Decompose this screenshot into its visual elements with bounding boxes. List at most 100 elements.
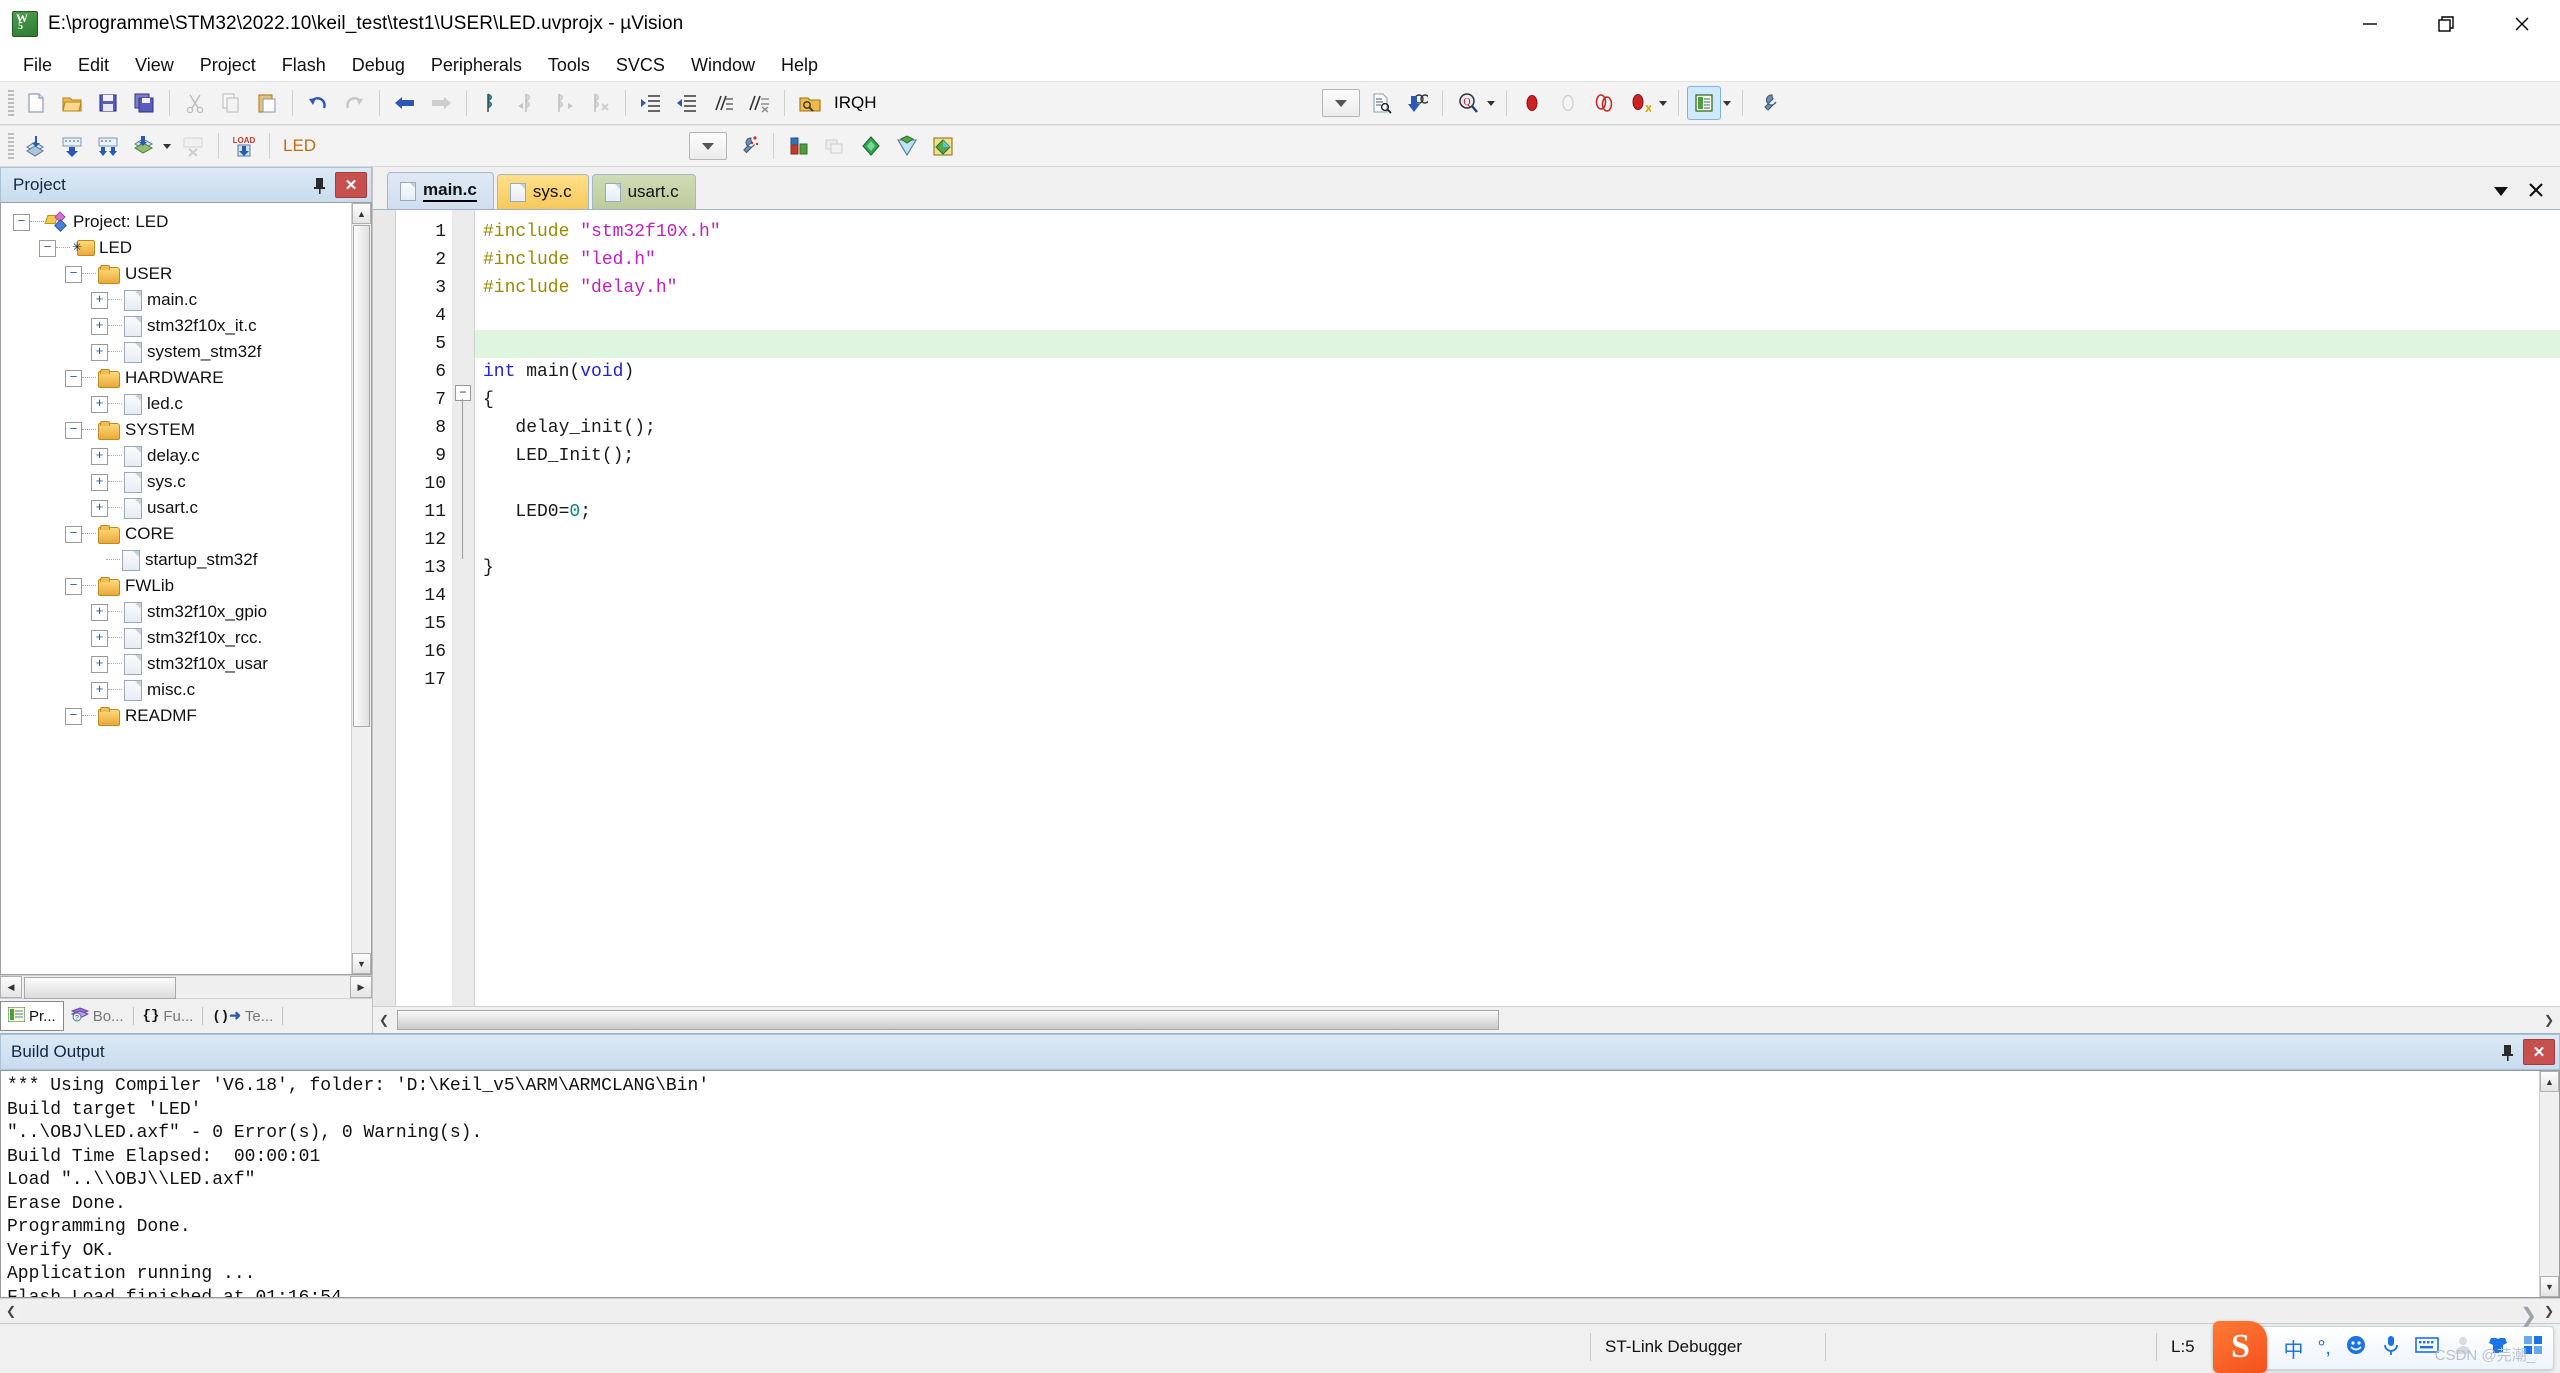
project-tree-vscrollbar[interactable]: ▲ ▼ xyxy=(351,203,371,974)
code-line[interactable]: LED_Init(); xyxy=(475,442,2560,470)
menu-help[interactable]: Help xyxy=(768,52,831,79)
save-icon[interactable] xyxy=(91,86,125,120)
build-output-vscrollbar[interactable]: ▲ ▼ xyxy=(2539,1071,2559,1297)
ime-punctuation-toggle[interactable]: °, xyxy=(2317,1337,2331,1360)
tab-functions[interactable]: {} Fu... xyxy=(136,1002,201,1030)
menu-peripherals[interactable]: Peripherals xyxy=(418,52,535,79)
expand-icon[interactable]: + xyxy=(91,629,108,647)
window-layout-icon[interactable] xyxy=(1686,86,1721,120)
paste-icon[interactable] xyxy=(250,86,284,120)
collapse-icon[interactable]: − xyxy=(65,577,82,595)
undo-icon[interactable] xyxy=(301,86,335,120)
triangle-down-icon[interactable]: ▼ xyxy=(2540,1276,2559,1297)
editor-tab-usart-c[interactable]: usart.c xyxy=(591,174,696,209)
code-text-area[interactable]: #include "stm32f10x.h" #include "led.h" #i… xyxy=(475,210,2560,1006)
collapse-icon[interactable]: − xyxy=(65,707,82,725)
configure-icon[interactable] xyxy=(1751,86,1785,120)
expand-icon[interactable]: + xyxy=(91,473,108,491)
rebuild-icon[interactable] xyxy=(91,129,125,163)
batch-build-icon[interactable] xyxy=(127,129,161,163)
bookmark-next-icon[interactable] xyxy=(547,86,581,120)
select-software-packs-icon[interactable] xyxy=(926,129,960,163)
code-line[interactable]: #include "led.h" xyxy=(475,246,2560,274)
tree-item[interactable]: + delay.c xyxy=(1,443,351,469)
code-line[interactable] xyxy=(475,302,2560,330)
chevron-down-icon[interactable] xyxy=(2492,184,2510,202)
editor-tab-main-c[interactable]: main.c xyxy=(387,172,494,209)
bookmark-clear-icon[interactable] xyxy=(583,86,617,120)
stop-build-icon[interactable] xyxy=(176,129,210,163)
project-tree[interactable]: − Project: LED − ✳ LED − USER + main.c + stm32f10x… xyxy=(1,203,351,974)
code-line[interactable]: LED0=0; xyxy=(475,498,2560,526)
collapse-icon[interactable]: − xyxy=(65,421,82,439)
code-line[interactable] xyxy=(475,470,2560,498)
build-output-body[interactable]: *** Using Compiler 'V6.18', folder: 'D:\… xyxy=(0,1070,2560,1298)
breakpoint-kill-all-icon[interactable] xyxy=(1587,86,1621,120)
download-icon[interactable]: LOAD xyxy=(227,129,261,163)
minimize-button[interactable] xyxy=(2332,0,2408,48)
collapse-icon[interactable]: − xyxy=(65,265,82,283)
code-line[interactable]: int main(void) xyxy=(475,358,2560,386)
breakpoint-disable-all-icon[interactable]: x xyxy=(1623,86,1657,120)
triangle-right-icon[interactable]: ▶ xyxy=(350,976,372,998)
collapse-icon[interactable]: − xyxy=(39,239,56,257)
find-next-icon[interactable] xyxy=(1400,86,1434,120)
navigate-back-icon[interactable] xyxy=(388,86,422,120)
toolbar-grip[interactable] xyxy=(8,90,14,116)
code-line[interactable]: { xyxy=(475,386,2560,414)
menu-project[interactable]: Project xyxy=(187,52,269,79)
indent-increase-icon[interactable] xyxy=(634,86,668,120)
tree-item[interactable]: − SYSTEM xyxy=(1,417,351,443)
code-line[interactable]: } xyxy=(475,554,2560,582)
close-button[interactable] xyxy=(2484,0,2560,48)
menu-file[interactable]: File xyxy=(10,52,65,79)
triangle-left-icon[interactable]: ❮ xyxy=(373,1013,395,1027)
menu-edit[interactable]: Edit xyxy=(65,52,122,79)
tree-item[interactable]: − HARDWARE xyxy=(1,365,351,391)
open-folder-icon[interactable] xyxy=(793,86,827,120)
code-line[interactable] xyxy=(475,610,2560,638)
code-line[interactable]: delay_init(); xyxy=(475,414,2560,442)
collapse-icon[interactable]: − xyxy=(13,213,30,231)
navigate-forward-icon[interactable] xyxy=(424,86,458,120)
tree-item[interactable]: − FWLib xyxy=(1,573,351,599)
tree-item[interactable]: + led.c xyxy=(1,391,351,417)
triangle-up-icon[interactable]: ▲ xyxy=(2540,1071,2559,1092)
menu-tools[interactable]: Tools xyxy=(535,52,603,79)
scroll-thumb[interactable] xyxy=(353,225,370,727)
triangle-left-icon[interactable]: ◀ xyxy=(0,976,22,998)
cut-icon[interactable] xyxy=(178,86,212,120)
build-icon[interactable] xyxy=(55,129,89,163)
run-time-env-icon[interactable] xyxy=(890,129,924,163)
copy-icon[interactable] xyxy=(214,86,248,120)
expand-icon[interactable]: + xyxy=(91,343,108,361)
code-line[interactable] xyxy=(475,638,2560,666)
scroll-thumb[interactable] xyxy=(24,977,176,999)
menu-window[interactable]: Window xyxy=(678,52,768,79)
bookmark-toggle-icon[interactable] xyxy=(475,86,509,120)
target-combo-dropdown[interactable] xyxy=(689,132,728,160)
tree-item[interactable]: + stm32f10x_rcc. xyxy=(1,625,351,651)
code-line[interactable] xyxy=(475,582,2560,610)
breakpoint-disable-icon[interactable] xyxy=(1551,86,1585,120)
tree-item[interactable]: − READMF xyxy=(1,703,351,729)
uncomment-icon[interactable] xyxy=(742,86,776,120)
scroll-thumb[interactable] xyxy=(397,1010,1499,1030)
code-fold-gutter[interactable]: − xyxy=(452,210,475,1006)
find-in-files-icon[interactable] xyxy=(1364,86,1398,120)
window-layout-caret-icon[interactable] xyxy=(1722,100,1731,106)
bookmark-prev-icon[interactable] xyxy=(511,86,545,120)
tree-item[interactable]: + stm32f10x_gpio xyxy=(1,599,351,625)
code-line[interactable] xyxy=(475,330,2560,358)
tree-item[interactable]: − Project: LED xyxy=(1,209,351,235)
comment-icon[interactable] xyxy=(706,86,740,120)
code-editor[interactable]: 1 2 3 4 5 6 7 8 9 10 11 12 13 14 15 16 17 − #include "st… xyxy=(373,210,2560,1006)
sogou-logo-icon[interactable]: S xyxy=(2213,1321,2268,1373)
target-select-value[interactable]: LED xyxy=(283,136,316,156)
tab-books[interactable]: ? Bo... xyxy=(64,1002,131,1030)
code-line[interactable]: #include "delay.h" xyxy=(475,274,2560,302)
expand-icon[interactable]: + xyxy=(91,603,108,621)
expand-icon[interactable]: + xyxy=(91,655,108,673)
zoom-find-caret-icon[interactable] xyxy=(1486,100,1495,106)
tree-item[interactable]: + stm32f10x_usar xyxy=(1,651,351,677)
